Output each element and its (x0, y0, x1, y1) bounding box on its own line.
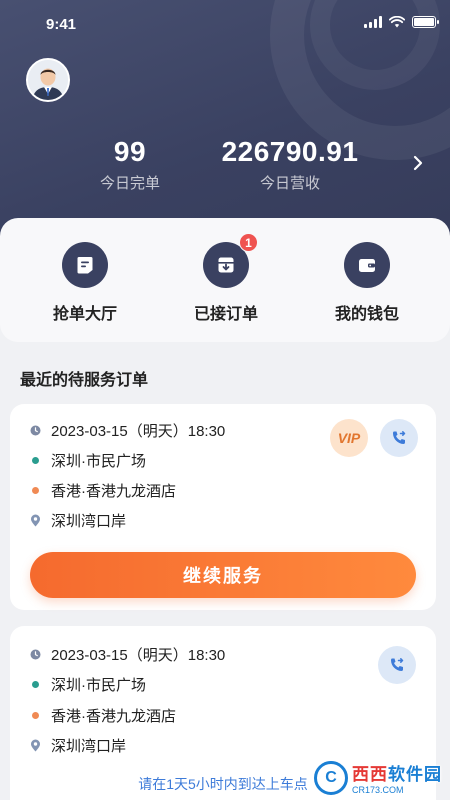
via-location: 深圳湾口岸 (51, 513, 127, 530)
action-label: 我的钱包 (334, 306, 399, 323)
pickup-dot-icon (32, 457, 39, 464)
chevron-right-icon[interactable] (412, 154, 424, 172)
dropoff-dot-icon (32, 487, 39, 494)
status-time: 9:41 (46, 16, 77, 33)
call-button[interactable] (378, 646, 416, 684)
quick-actions-panel: 抢单大厅 1 已接订单 我的钱包 (0, 218, 450, 342)
document-icon (62, 242, 108, 288)
call-button[interactable] (380, 419, 418, 457)
dropoff-dot-icon (32, 712, 39, 719)
vip-badge: VIP (330, 419, 368, 457)
inbox-icon: 1 (203, 233, 258, 288)
dropoff-location: 香港·香港九龙酒店 (51, 483, 176, 500)
clock-icon (30, 649, 41, 660)
notification-badge: 1 (239, 233, 258, 252)
wifi-icon (389, 16, 405, 28)
continue-service-button[interactable]: 继续服务 (30, 552, 416, 598)
watermark-name: 西西 (352, 765, 388, 784)
via-row: 深圳湾口岸 (30, 510, 126, 531)
order-time-row: 2023-03-15（明天）18:30 (30, 420, 225, 441)
pickup-location: 深圳·市民广场 (51, 677, 146, 694)
completed-orders-stat: 99 今日完单 (80, 136, 180, 193)
watermark: C 西西软件园 CR173.COM (314, 760, 442, 795)
today-stats[interactable]: 99 今日完单 226790.91 今日营收 (0, 136, 450, 206)
phone-icon (393, 431, 406, 444)
pickup-location: 深圳·市民广场 (51, 453, 146, 470)
location-pin-icon (30, 514, 41, 527)
revenue-stat: 226790.91 今日营收 (210, 136, 370, 193)
battery-icon (412, 16, 439, 28)
watermark-logo: C (314, 760, 348, 795)
wallet-icon (344, 242, 390, 288)
dropoff-location: 香港·香港九龙酒店 (51, 708, 176, 725)
cellular-signal-icon (364, 16, 382, 28)
via-row: 深圳湾口岸 (30, 735, 126, 756)
grab-order-hall-button[interactable]: 抢单大厅 (30, 242, 140, 324)
section-title: 最近的待服务订单 (20, 372, 149, 389)
clock-icon (30, 425, 41, 436)
stat-label: 今日营收 (259, 175, 320, 192)
order-card[interactable]: 2023-03-15（明天）18:30 深圳·市民广场 香港·香港九龙酒店 深圳… (10, 404, 436, 610)
action-label: 抢单大厅 (52, 306, 117, 323)
system-icons (364, 16, 439, 28)
accepted-orders-button[interactable]: 1 已接订单 (171, 233, 281, 324)
via-location: 深圳湾口岸 (51, 738, 127, 755)
pickup-row: 深圳·市民广场 (30, 674, 146, 695)
order-datetime: 2023-03-15（明天）18:30 (51, 423, 226, 440)
pickup-row: 深圳·市民广场 (30, 450, 146, 471)
dropoff-row: 香港·香港九龙酒店 (30, 705, 176, 726)
my-wallet-button[interactable]: 我的钱包 (312, 242, 422, 324)
watermark-url: CR173.COM (352, 785, 404, 795)
pickup-dot-icon (32, 681, 39, 688)
phone-icon (391, 658, 404, 671)
location-pin-icon (30, 739, 41, 752)
dropoff-row: 香港·香港九龙酒店 (30, 480, 176, 501)
user-avatar-icon (28, 60, 68, 100)
order-datetime: 2023-03-15（明天）18:30 (51, 647, 226, 664)
watermark-brand: 软件园 (388, 765, 442, 784)
stat-value: 99 (113, 136, 147, 167)
status-bar: 9:41 (0, 0, 450, 48)
order-time-row: 2023-03-15（明天）18:30 (30, 644, 225, 665)
stat-value: 226790.91 (221, 136, 359, 167)
action-label: 已接订单 (193, 306, 258, 323)
stat-label: 今日完单 (99, 175, 160, 192)
avatar[interactable] (26, 58, 70, 102)
